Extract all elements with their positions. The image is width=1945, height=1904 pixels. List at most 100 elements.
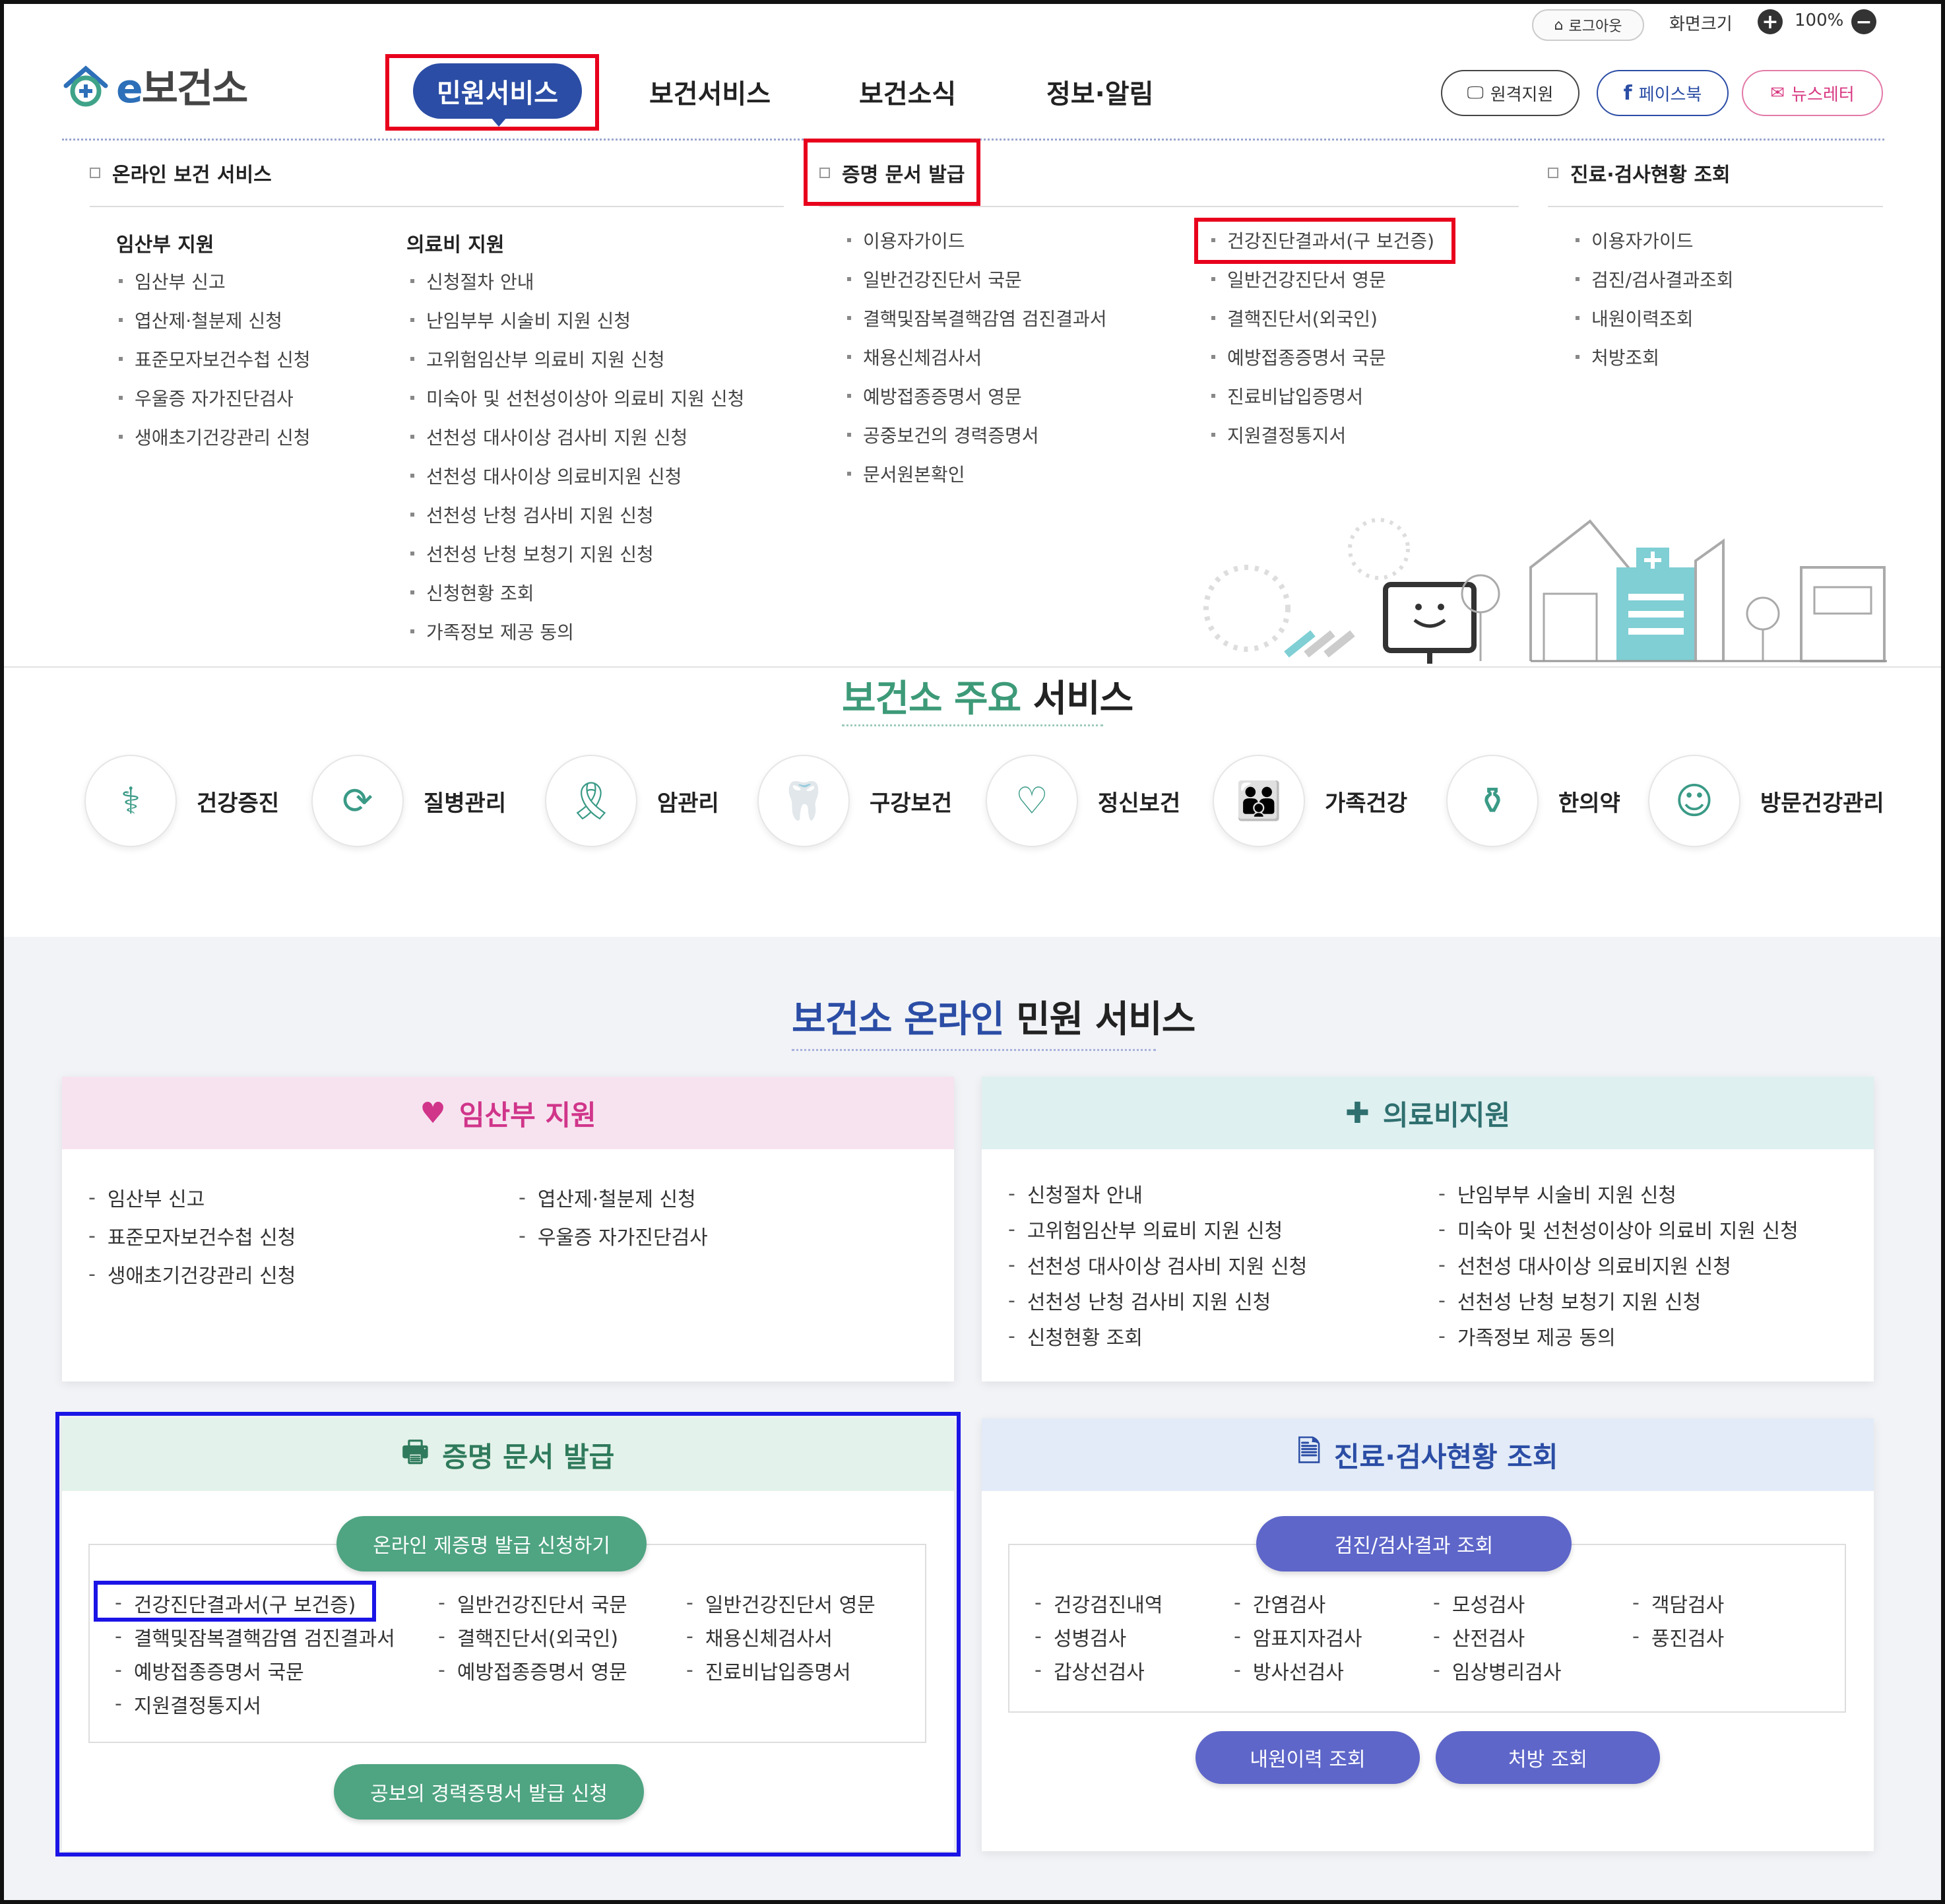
service-link[interactable]: 표준모자보건수첩 신청	[88, 1217, 296, 1255]
mm-menu-item[interactable]: 처방조회	[1576, 337, 1734, 376]
mm-menu-item[interactable]: 이용자가이드	[1576, 220, 1734, 259]
mm-menu-item[interactable]: 엽산제·철분제 신청	[119, 300, 311, 339]
online-services-title: 보건소 온라인 민원 서비스	[792, 990, 1196, 1043]
mm-certificate-heading[interactable]: 증명 문서 발급	[819, 158, 965, 187]
mm-menu-item[interactable]: 우울증 자가진단검사	[119, 378, 311, 417]
mm-medical-list: 신청절차 안내 난임부부 시술비 지원 신청 고위험임산부 의료비 지원 신청 미숙아…	[410, 261, 744, 651]
service-item[interactable]: ☺ 방문건강관리	[1648, 755, 1884, 847]
visit-history-button[interactable]: 내원이력 조회	[1196, 1731, 1420, 1784]
service-link[interactable]: 선천성 난청 보청기 지원 신청	[1438, 1283, 1799, 1318]
mm-menu-item[interactable]: 난임부부 시술비 지원 신청	[410, 300, 744, 339]
highlight-health-certificate-item	[94, 1581, 376, 1622]
mm-menu-item[interactable]: 선천성 난청 검사비 지원 신청	[410, 495, 744, 534]
inquiry-link[interactable]: 방사선검사	[1234, 1653, 1362, 1687]
inquiry-link[interactable]: 암표지자검사	[1234, 1620, 1362, 1653]
mm-menu-item[interactable]: 고위험임산부 의료비 지원 신청	[410, 339, 744, 378]
medical-card: ✚ 의료비지원 신청절차 안내고위험임산부 의료비 지원 신청선천성 대사이상 …	[982, 1077, 1874, 1381]
service-link[interactable]: 미숙아 및 선천성이상아 의료비 지원 신청	[1438, 1211, 1799, 1247]
city-illustration	[1203, 518, 1887, 664]
mm-menu-item[interactable]: 신청절차 안내	[410, 261, 744, 300]
service-link[interactable]: 난임부부 시술비 지원 신청	[1438, 1176, 1799, 1211]
service-item[interactable]: ♡ 정신보건	[986, 755, 1180, 847]
service-item[interactable]: 🎗 암관리	[545, 755, 719, 847]
mm-menu-item[interactable]: 임산부 신고	[119, 261, 311, 300]
service-item[interactable]: ⚕ 건강증진	[84, 755, 279, 847]
logout-label: 로그아웃	[1568, 18, 1622, 35]
exam-result-button[interactable]: 검진/검사결과 조회	[1256, 1516, 1572, 1571]
service-link[interactable]: 우울증 자가진단검사	[519, 1217, 708, 1255]
inquiry-link[interactable]: 건강검진내역	[1035, 1586, 1163, 1620]
family-icon: 👪	[1213, 755, 1305, 847]
mm-menu-item[interactable]: 이용자가이드	[847, 220, 1107, 259]
service-link[interactable]: 임산부 신고	[88, 1178, 296, 1217]
service-item[interactable]: 🦷 구강보건	[757, 755, 952, 847]
mm-menu-item[interactable]: 표준모자보건수첩 신청	[119, 339, 311, 378]
inquiry-link[interactable]: 객담검사	[1632, 1586, 1724, 1620]
mm-menu-item[interactable]: 공중보건의 경력증명서	[847, 415, 1107, 454]
tooth-icon: 🦷	[757, 755, 850, 847]
remote-support-button[interactable]: 🖵 원격지원	[1441, 70, 1579, 116]
service-link[interactable]: 선천성 대사이상 검사비 지원 신청	[1008, 1247, 1308, 1283]
service-link[interactable]: 선천성 대사이상 의료비지원 신청	[1438, 1247, 1799, 1283]
mm-menu-item[interactable]: 선천성 난청 보청기 지원 신청	[410, 534, 744, 573]
logo-house-icon	[63, 65, 108, 106]
mm-menu-item[interactable]: 예방접종증명서 국문	[1211, 337, 1434, 376]
inquiry-link[interactable]: 모성검사	[1433, 1586, 1561, 1620]
inquiry-link[interactable]: 풍진검사	[1632, 1620, 1724, 1653]
service-link[interactable]: 엽산제·철분제 신청	[519, 1178, 708, 1217]
service-link[interactable]: 신청절차 안내	[1008, 1176, 1307, 1211]
logo-text: 보건소	[141, 66, 249, 112]
mm-menu-item[interactable]: 예방접종증명서 영문	[847, 376, 1107, 415]
service-link[interactable]: 생애초기건강관리 신청	[88, 1255, 296, 1293]
service-link[interactable]: 고위험임산부 의료비 지원 신청	[1008, 1211, 1307, 1247]
newsletter-button[interactable]: ✉ 뉴스레터	[1742, 70, 1883, 116]
mm-menu-item[interactable]: 검진/검사결과조회	[1576, 259, 1734, 298]
mm-menu-item[interactable]: 지원결정통지서	[1211, 415, 1434, 454]
mm-menu-item[interactable]: 문서원본확인	[847, 454, 1107, 493]
inquiry-link[interactable]: 임상병리검사	[1433, 1653, 1562, 1687]
mm-menu-item[interactable]: 선천성 대사이상 검사비 지원 신청	[410, 417, 744, 456]
nav-civil-service[interactable]: 민원서비스	[413, 63, 582, 127]
mm-menu-item[interactable]: 일반건강진단서 국문	[847, 259, 1107, 298]
mm-menu-item[interactable]: 선천성 대사이상 의료비지원 신청	[410, 456, 744, 495]
inquiry-card-header: 🗎 진료·검사현황 조회	[982, 1418, 1874, 1491]
mm-menu-item[interactable]: 생애초기건강관리 신청	[119, 417, 311, 456]
mm-menu-item[interactable]: 결핵진단서(외국인)	[1211, 298, 1434, 337]
inquiry-list-col4: 객담검사풍진검사	[1632, 1586, 1724, 1653]
mm-menu-item[interactable]: 가족정보 제공 동의	[410, 612, 744, 651]
service-item[interactable]: ⚱ 한의약	[1446, 755, 1620, 847]
service-link[interactable]: 선천성 난청 검사비 지원 신청	[1008, 1283, 1307, 1318]
inquiry-link[interactable]: 간염검사	[1234, 1586, 1362, 1620]
inquiry-link[interactable]: 성병검사	[1035, 1620, 1163, 1653]
service-item-label: 방문건강관리	[1760, 790, 1884, 817]
site-logo[interactable]: e보건소	[62, 57, 249, 114]
mm-certificate-list-1: 이용자가이드 일반건강진단서 국문 결핵및잠복결핵감염 검진결과서 채용신체검사서 예방…	[847, 220, 1107, 493]
zoom-in-button[interactable]: +	[1758, 9, 1783, 34]
service-link[interactable]: 가족정보 제공 동의	[1438, 1318, 1799, 1354]
service-item[interactable]: 👪 가족건강	[1213, 755, 1407, 847]
nav-info-notice[interactable]: 정보·알림	[1046, 73, 1153, 111]
mm-menu-item[interactable]: 채용신체검사서	[847, 337, 1107, 376]
nav-health-news[interactable]: 보건소식	[859, 73, 956, 111]
mm-inquiry-list: 이용자가이드 검진/검사결과조회 내원이력조회 처방조회	[1576, 220, 1734, 376]
mm-menu-item[interactable]: 결핵및잠복결핵감염 검진결과서	[847, 298, 1107, 337]
mm-menu-item[interactable]: 일반건강진단서 영문	[1211, 259, 1434, 298]
inquiry-link[interactable]: 산전검사	[1433, 1620, 1561, 1653]
mm-menu-item[interactable]: 내원이력조회	[1576, 298, 1734, 337]
zoom-out-button[interactable]: −	[1851, 9, 1876, 34]
logout-button[interactable]: ⌂ 로그아웃	[1532, 9, 1644, 41]
mm-menu-item[interactable]: 신청현황 조회	[410, 573, 744, 612]
facebook-label: 페이스북	[1638, 84, 1702, 105]
mortar-icon: ⚱	[1446, 755, 1539, 847]
mm-menu-item[interactable]: 건강진단결과서(구 보건증)	[1211, 220, 1434, 259]
facebook-button[interactable]: f 페이스북	[1597, 70, 1729, 116]
inquiry-link[interactable]: 갑상선검사	[1035, 1653, 1163, 1687]
service-item[interactable]: ⟳ 질병관리	[311, 755, 506, 847]
prescription-button[interactable]: 처방 조회	[1436, 1731, 1660, 1784]
mm-menu-item[interactable]: 진료비납입증명서	[1211, 376, 1434, 415]
nav-health-service[interactable]: 보건서비스	[649, 73, 771, 111]
mm-menu-item[interactable]: 미숙아 및 선천성이상아 의료비 지원 신청	[410, 378, 744, 417]
service-link[interactable]: 신청현황 조회	[1008, 1318, 1307, 1354]
mm-online-title: 온라인 보건 서비스	[112, 164, 272, 187]
monitor-icon: 🖵	[1467, 82, 1484, 103]
